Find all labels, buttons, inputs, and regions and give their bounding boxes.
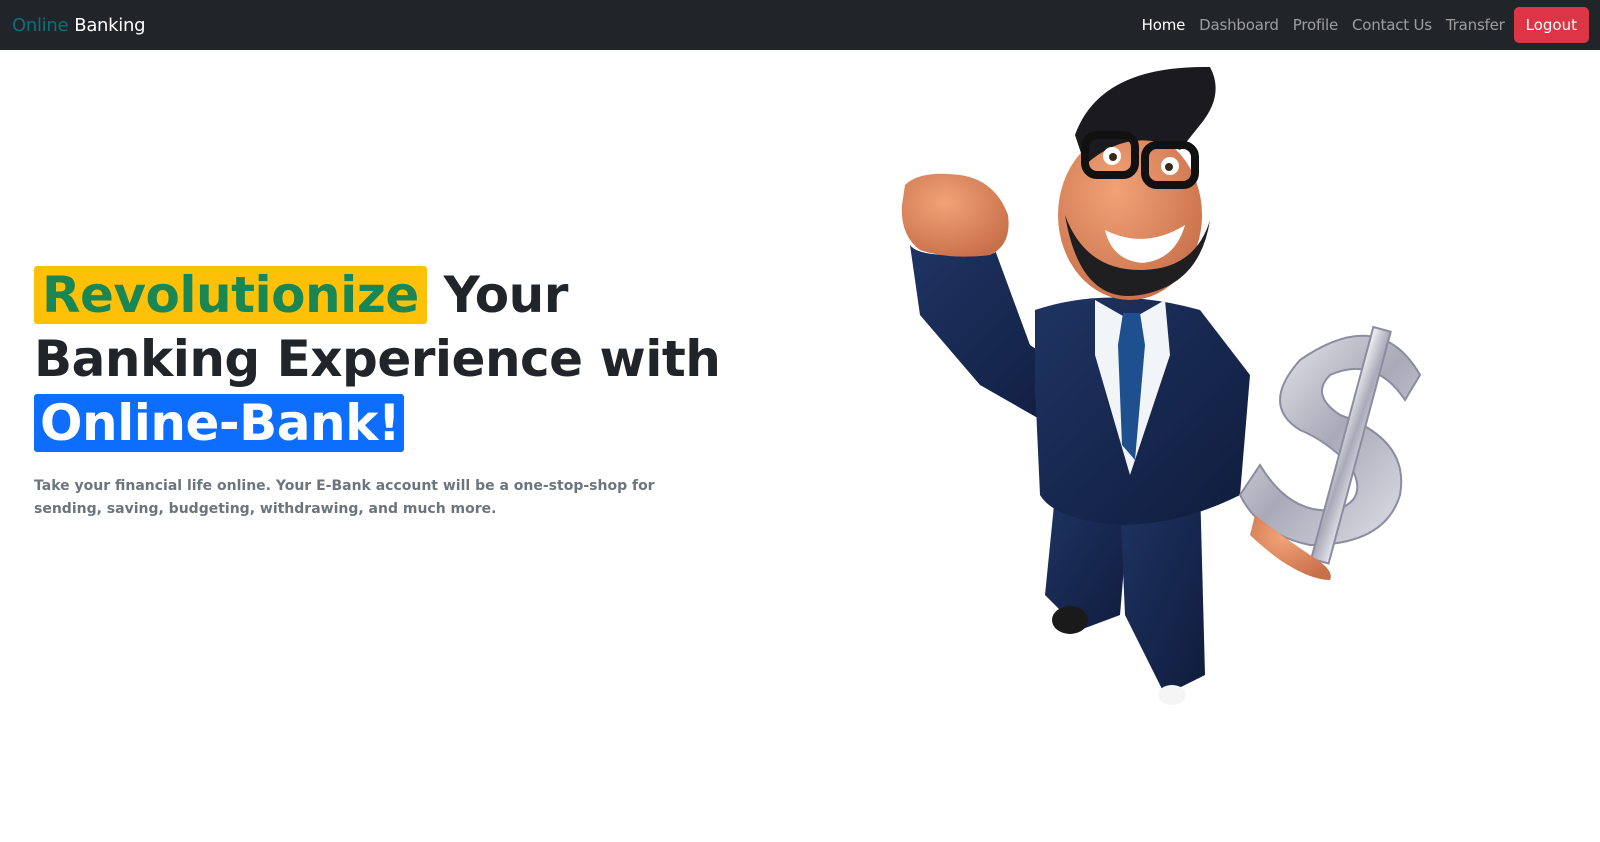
hero-text-section: Revolutionize Your Banking Experience wi…	[34, 263, 794, 521]
nav-dashboard[interactable]: Dashboard	[1192, 16, 1286, 34]
left-pupil	[1109, 153, 1117, 161]
nav-contact-us[interactable]: Contact Us	[1345, 16, 1439, 34]
businessman-dollar-illustration	[901, 66, 1422, 705]
hero-headline: Revolutionize Your Banking Experience wi…	[34, 263, 794, 455]
nav-home[interactable]: Home	[1135, 16, 1193, 34]
left-shoe	[1052, 606, 1088, 634]
nav-profile[interactable]: Profile	[1286, 16, 1345, 34]
brand-banking-text: Banking	[74, 14, 146, 36]
top-navbar: Online Banking Home Dashboard Profile Co…	[0, 0, 1600, 50]
right-shoe-sole	[1158, 685, 1186, 705]
right-pupil	[1165, 163, 1173, 171]
raised-fist	[901, 173, 1009, 257]
hero-lead-paragraph: Take your financial life online. Your E-…	[34, 478, 655, 517]
nav-transfer[interactable]: Transfer	[1439, 16, 1512, 34]
logout-button[interactable]: Logout	[1513, 7, 1589, 43]
brand-online-text: Online	[12, 14, 69, 36]
headline-highlight-revolutionize: Revolutionize	[34, 266, 427, 324]
brand-logo[interactable]: Online Banking	[12, 14, 146, 36]
nav-links: Home Dashboard Profile Contact Us Transf…	[1135, 7, 1589, 43]
headline-highlight-online-bank: Online-Bank!	[34, 394, 405, 452]
